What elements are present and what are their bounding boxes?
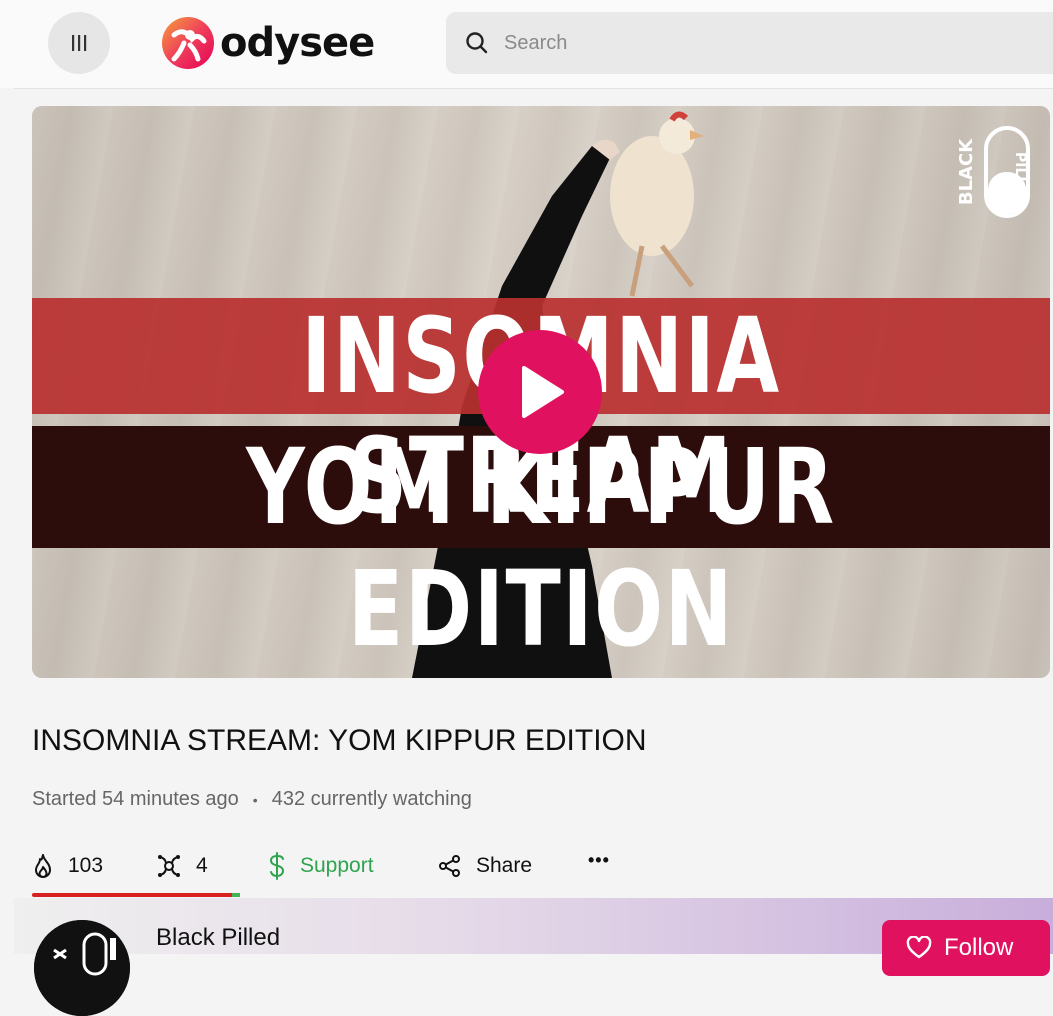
odysee-logo[interactable]: odysee <box>160 14 375 72</box>
dollar-icon <box>269 852 285 880</box>
black-pilled-watermark: BLACK PILLED <box>956 126 1030 218</box>
action-bar: 103 4 Support Share ••• <box>32 846 628 886</box>
channel-avatar[interactable] <box>34 920 130 1016</box>
slime-ratio-segment <box>232 893 240 897</box>
watching-count: 432 currently watching <box>271 788 472 810</box>
play-icon <box>522 366 564 418</box>
follow-button[interactable]: Follow <box>882 920 1050 976</box>
slime-count: 4 <box>196 854 208 877</box>
share-label: Share <box>476 854 533 877</box>
search-icon <box>466 32 488 54</box>
menu-button[interactable] <box>48 12 110 74</box>
video-player[interactable]: INSOMNIA STREAM YOM KIPPUR EDITION BLACK… <box>32 106 1050 678</box>
more-icon: ••• <box>588 849 610 870</box>
heart-icon <box>906 936 932 959</box>
menu-icon <box>72 35 87 51</box>
svg-text:PILLED: PILLED <box>1012 152 1028 207</box>
channel-name[interactable]: Black Pilled <box>156 924 280 952</box>
meta-separator: • <box>252 791 258 808</box>
header-divider <box>14 88 1053 89</box>
share-button[interactable]: Share <box>438 854 588 878</box>
stream-title: INSOMNIA STREAM: YOM KIPPUR EDITION <box>32 724 647 757</box>
started-time: Started 54 minutes ago <box>32 788 239 810</box>
logo-text: odysee <box>220 20 375 66</box>
support-label: Support <box>300 854 374 877</box>
channel-row: Black Pilled Follow <box>14 898 1053 1016</box>
headline-line-2: YOM KIPPUR EDITION <box>246 426 836 670</box>
like-ratio-bar <box>32 893 240 897</box>
more-options-button[interactable]: ••• <box>588 850 628 877</box>
svg-text:BLACK: BLACK <box>956 138 977 205</box>
channel-avatar-image <box>34 920 130 1016</box>
top-header: odysee <box>0 0 1053 88</box>
slime-button[interactable]: 4 <box>156 853 268 879</box>
share-icon <box>439 855 460 877</box>
play-button[interactable] <box>478 330 602 454</box>
stream-meta: Started 54 minutes ago • 432 currently w… <box>32 788 472 811</box>
slime-icon <box>158 855 180 877</box>
follow-label: Follow <box>944 934 1014 961</box>
fire-count: 103 <box>68 854 104 877</box>
search-input[interactable] <box>502 30 986 56</box>
fire-icon <box>35 854 51 878</box>
support-button[interactable]: Support <box>268 852 438 880</box>
fire-button[interactable]: 103 <box>32 853 156 879</box>
search-bar[interactable] <box>446 12 1053 74</box>
odysee-logo-icon <box>162 17 214 69</box>
